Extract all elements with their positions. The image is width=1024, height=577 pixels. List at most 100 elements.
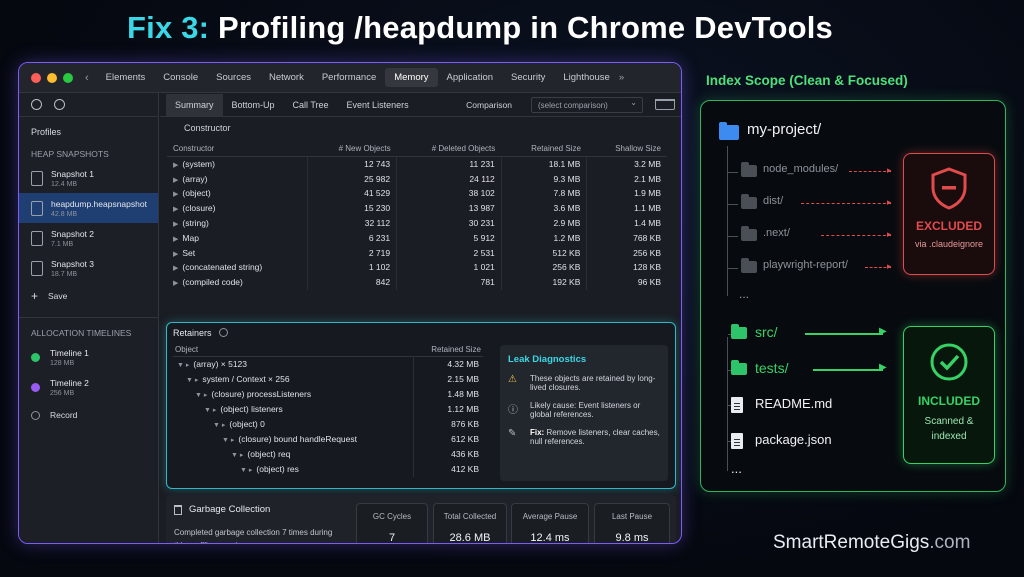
snapshot-item[interactable]: Snapshot 2 7.1 MB <box>19 223 158 253</box>
expand-arrow-icon[interactable]: ▶ <box>173 206 178 213</box>
wrench-icon: ✎ <box>508 428 517 439</box>
gc-stat: Average Pause 12.4 ms <box>511 503 589 543</box>
view-tab-bottom-up[interactable]: Bottom-Up <box>223 100 284 110</box>
excluded-arrow <box>849 171 891 172</box>
chevron-left-icon[interactable]: ‹ <box>85 72 89 84</box>
table-row[interactable]: ▶ (compiled code) 842 781 192 KB 96 KB <box>167 274 667 290</box>
table-row[interactable]: ▶ (system) 12 743 11 231 18.1 MB 3.2 MB <box>167 156 667 172</box>
view-tab-event-listeners[interactable]: Event Listeners <box>338 100 418 110</box>
cell-value: 13 987 <box>468 203 495 214</box>
retainer-size: 4.32 MB <box>413 356 483 372</box>
tab-application[interactable]: Application <box>438 72 502 83</box>
allocation-timelines-header: ALLOCATION TIMELINES <box>31 328 132 338</box>
record-toggle-icon[interactable] <box>31 99 42 110</box>
retainer-row[interactable]: ▼ ▸ (object) 0 876 KB <box>173 416 483 432</box>
leak-diagnostics-card: Leak Diagnostics ⚠ These objects are reta… <box>500 345 668 481</box>
retainer-row[interactable]: ▼ ▸ (object) req 436 KB <box>173 446 483 462</box>
table-row[interactable]: ▶ (array) 25 982 24 112 9.3 MB 2.1 MB <box>167 171 667 187</box>
tab-security[interactable]: Security <box>502 72 554 83</box>
expand-arrow-icon[interactable]: ▼ ▸ <box>213 422 225 429</box>
excluded-folder: node_modules/ <box>763 163 839 175</box>
cell-value: 3.2 MB <box>634 159 661 170</box>
table-cell: 192 KB <box>501 274 588 290</box>
table-row[interactable]: ▶ Map 6 231 5 912 1.2 MB 768 KB <box>167 230 667 246</box>
retainer-row[interactable]: ▼ ▸ system / Context × 256 2.15 MB <box>173 371 483 387</box>
tab-network[interactable]: Network <box>260 72 313 83</box>
table-cell: 9.3 MB <box>501 171 588 187</box>
table-row[interactable]: ▶ (string) 32 112 30 231 2.9 MB 1.4 MB <box>167 215 667 231</box>
folder-icon <box>741 162 757 177</box>
table-cell: 38 102 <box>396 186 502 201</box>
gc-stat-label: Total Collected <box>443 512 497 521</box>
column-header[interactable]: # New Objects <box>307 141 397 157</box>
clear-profiles-icon[interactable] <box>54 99 65 110</box>
expand-arrow-icon[interactable]: ▶ <box>173 280 178 287</box>
expand-arrow-icon[interactable]: ▼ ▸ <box>177 362 189 369</box>
snapshot-item[interactable]: heapdump.heapsnapshot 42.8 MB <box>19 193 158 223</box>
retainer-row[interactable]: ▼ ▸ (object) res 412 KB <box>173 461 483 477</box>
maximize-window-button[interactable] <box>63 72 73 83</box>
more-tabs-icon[interactable]: » <box>619 72 624 83</box>
table-cell: 15 230 <box>307 200 398 216</box>
expand-arrow-icon[interactable]: ▶ <box>173 177 178 184</box>
timeline-item[interactable]: Timeline 1 128 MB <box>19 342 158 372</box>
gc-stat-label: GC Cycles <box>372 512 412 521</box>
comparison-select[interactable]: (select comparison) <box>531 96 643 113</box>
expand-arrow-icon[interactable]: ▼ ▸ <box>186 377 198 384</box>
retainer-row[interactable]: ▼ ▸ (closure) processListeners 1.48 MB <box>173 386 483 402</box>
gc-description: Completed garbage collection 7 times dur… <box>174 528 333 543</box>
expand-arrow-icon[interactable]: ▶ <box>173 162 178 169</box>
table-row[interactable]: ▶ (object) 41 529 38 102 7.8 MB 1.9 MB <box>167 186 667 201</box>
tab-lighthouse[interactable]: Lighthouse <box>554 72 618 83</box>
record-button[interactable]: Record <box>50 410 77 420</box>
expand-arrow-icon[interactable]: ▶ <box>173 265 178 272</box>
info-icon[interactable] <box>219 328 229 337</box>
expand-arrow-icon[interactable]: ▼ ▸ <box>222 437 234 444</box>
table-cell: 5 912 <box>396 230 502 246</box>
view-tab-call-tree[interactable]: Call Tree <box>284 100 338 110</box>
expand-arrow-icon[interactable]: ▶ <box>173 191 178 198</box>
column-header[interactable]: Retained Size <box>501 141 587 157</box>
table-row[interactable]: ▶ (concatenated string) 1 102 1 021 256 KB 12… <box>167 260 667 275</box>
tab-memory[interactable]: Memory <box>385 68 438 87</box>
snapshot-item[interactable]: Snapshot 1 12.4 MB <box>19 163 158 193</box>
arrow-head-icon: ▸ <box>887 165 892 175</box>
minimize-window-button[interactable] <box>47 72 57 83</box>
expand-arrow-icon[interactable]: ▶ <box>173 221 178 228</box>
expand-arrow-icon[interactable]: ▼ ▸ <box>231 452 243 459</box>
expand-arrow-icon[interactable]: ▶ <box>173 236 178 243</box>
timeline-item[interactable]: Timeline 2 256 MB <box>19 372 158 402</box>
table-row[interactable]: ▶ Set 2 719 2 531 512 KB 256 KB <box>167 245 667 261</box>
excluded-folder: playwright-report/ <box>763 259 848 271</box>
tab-elements[interactable]: Elements <box>97 72 155 83</box>
tab-sources[interactable]: Sources <box>207 72 260 83</box>
folder-icon <box>741 258 757 273</box>
tab-console[interactable]: Console <box>154 72 207 83</box>
trash-icon[interactable] <box>655 99 675 110</box>
cell-value: 9.3 MB <box>553 173 581 184</box>
retainer-text: (closure) processListeners <box>211 389 312 399</box>
expand-arrow-icon[interactable]: ▼ ▸ <box>240 467 252 474</box>
snapshot-size: 18.7 MB <box>51 270 78 278</box>
retainer-row[interactable]: ▼ ▸ (array) × 5123 4.32 MB <box>173 356 483 372</box>
snapshot-item[interactable]: Snapshot 3 18.7 MB <box>19 253 158 283</box>
close-window-button[interactable] <box>31 72 41 83</box>
save-button[interactable]: Save <box>48 291 67 301</box>
expand-arrow-icon[interactable]: ▼ ▸ <box>195 392 207 399</box>
retainer-row[interactable]: ▼ ▸ (object) listeners 1.12 MB <box>173 401 483 417</box>
timeline-list: Timeline 1 128 MB Timeline 2 256 MB <box>19 342 158 402</box>
view-tab-summary[interactable]: Summary <box>166 93 223 116</box>
expand-arrow-icon[interactable]: ▼ ▸ <box>204 407 216 414</box>
cell-value: (string) <box>182 218 209 229</box>
column-header[interactable]: Constructor <box>167 141 308 157</box>
retainer-text: (closure) bound handleRequest <box>238 434 357 444</box>
tab-performance[interactable]: Performance <box>313 72 385 83</box>
retainer-row[interactable]: ▼ ▸ (closure) bound handleRequest 612 KB <box>173 431 483 447</box>
retainer-object: ▼ ▸ (object) listeners <box>173 402 414 417</box>
cell-value: 25 982 <box>364 173 391 184</box>
column-header[interactable]: # Deleted Objects <box>396 141 502 157</box>
table-row[interactable]: ▶ (closure) 15 230 13 987 3.6 MB 1.1 MB <box>167 200 667 216</box>
expand-arrow-icon[interactable]: ▶ <box>173 251 178 258</box>
column-header[interactable]: Shallow Size <box>586 141 667 157</box>
retainer-object: ▼ ▸ (object) res <box>173 462 414 477</box>
